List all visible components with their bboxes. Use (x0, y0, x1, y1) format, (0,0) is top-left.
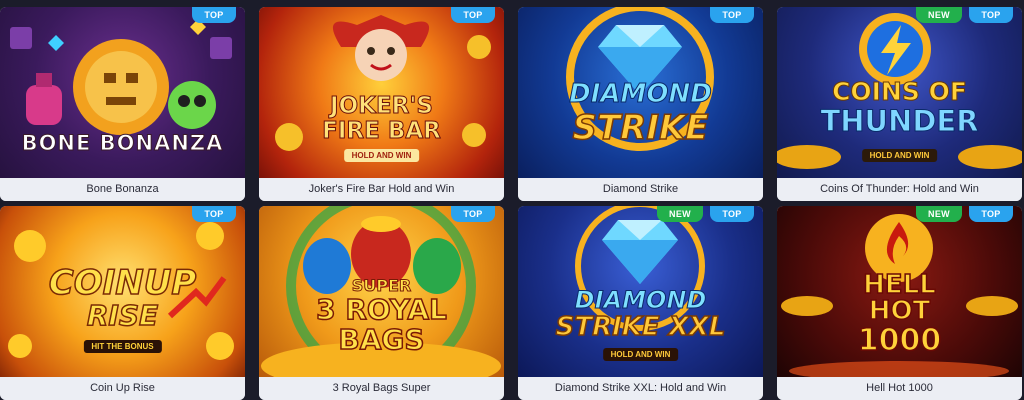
new-badge: NEW (916, 7, 962, 23)
game-name[interactable]: 3 Royal Bags Super (259, 377, 504, 400)
game-thumbnail[interactable]: BONE BONANZA (0, 7, 245, 178)
game-name[interactable]: Bone Bonanza (0, 178, 245, 201)
game-thumbnail[interactable]: COINUP RISE HIT THE BONUS (0, 206, 245, 377)
game-card-diamond-strike-xxl[interactable]: DIAMOND STRIKE XXL HOLD AND WIN NEW TOP … (518, 206, 763, 400)
game-card-diamond-strike[interactable]: DIAMOND STRIKE TOP Diamond Strike (518, 7, 763, 201)
top-badge: TOP (192, 206, 236, 222)
art-title-line-1: JOKER'S (330, 93, 434, 119)
new-badge: NEW (916, 206, 962, 222)
art-title-line-2: HOT (868, 296, 931, 326)
top-badge: TOP (969, 7, 1013, 23)
game-thumbnail[interactable]: HELL HOT 1000 (777, 206, 1022, 377)
art-title-line-1: DIAMOND (574, 286, 707, 314)
art-title-line-2: BAGS (338, 323, 426, 356)
game-card-bone-bonanza[interactable]: BONE BONANZA TOP Bone Bonanza (0, 7, 245, 201)
art-title-line-2: STRIKE XXL (555, 312, 726, 342)
art-subtitle: HIT THE BONUS (83, 340, 162, 353)
art-title-line-1: HELL (862, 270, 936, 300)
art-title-line-3: 1000 (857, 323, 942, 358)
game-card-hell-hot-1000[interactable]: HELL HOT 1000 NEW TOP Hell Hot 1000 (777, 206, 1022, 400)
top-badge: TOP (710, 7, 754, 23)
game-card-coin-up-rise[interactable]: COINUP RISE HIT THE BONUS TOP Coin Up Ri… (0, 206, 245, 400)
art-subtitle: HOLD AND WIN (343, 149, 420, 162)
game-grid: BONE BONANZA TOP Bone Bonanza JOKER'S FI… (0, 0, 1024, 400)
game-name[interactable]: Hell Hot 1000 (777, 377, 1022, 400)
art-title-line-1: COINUP (48, 263, 197, 303)
game-thumbnail[interactable]: COINS OF THUNDER HOLD AND WIN (777, 7, 1022, 178)
art-title-line-2: THUNDER (820, 104, 979, 138)
game-card-3-royal-bags[interactable]: SUPER 3 ROYAL BAGS TOP 3 Royal Bags Supe… (259, 206, 504, 400)
new-badge: NEW (657, 206, 703, 222)
art-subtitle: HOLD AND WIN (602, 348, 679, 361)
game-name[interactable]: Coin Up Rise (0, 377, 245, 400)
art-title: BONE BONANZA (21, 131, 224, 155)
game-name[interactable]: Coins Of Thunder: Hold and Win (777, 178, 1022, 201)
game-thumbnail[interactable]: DIAMOND STRIKE XXL HOLD AND WIN (518, 206, 763, 377)
art-subtitle: HOLD AND WIN (861, 149, 938, 162)
game-card-jokers-fire-bar[interactable]: JOKER'S FIRE BAR HOLD AND WIN TOP Joker'… (259, 7, 504, 201)
top-badge: TOP (710, 206, 754, 222)
top-badge: TOP (451, 206, 495, 222)
art-title-line-1: COINS OF (832, 77, 968, 106)
game-thumbnail[interactable]: DIAMOND STRIKE (518, 7, 763, 178)
top-badge: TOP (451, 7, 495, 23)
game-name[interactable]: Diamond Strike (518, 178, 763, 201)
game-name[interactable]: Joker's Fire Bar Hold and Win (259, 178, 504, 201)
art-title-line-2: RISE (86, 299, 159, 332)
top-badge: TOP (192, 7, 236, 23)
art-title-line-1: DIAMOND (569, 79, 713, 109)
top-badge: TOP (969, 206, 1013, 222)
game-thumbnail[interactable]: JOKER'S FIRE BAR HOLD AND WIN (259, 7, 504, 178)
game-card-coins-of-thunder[interactable]: COINS OF THUNDER HOLD AND WIN NEW TOP Co… (777, 7, 1022, 201)
art-title-line-2: FIRE BAR (322, 118, 442, 144)
game-name[interactable]: Diamond Strike XXL: Hold and Win (518, 377, 763, 400)
art-title-super: SUPER (351, 276, 412, 295)
art-title-line-1: 3 ROYAL (315, 293, 447, 326)
game-thumbnail[interactable]: SUPER 3 ROYAL BAGS (259, 206, 504, 377)
art-title-line-2: STRIKE (572, 108, 710, 148)
